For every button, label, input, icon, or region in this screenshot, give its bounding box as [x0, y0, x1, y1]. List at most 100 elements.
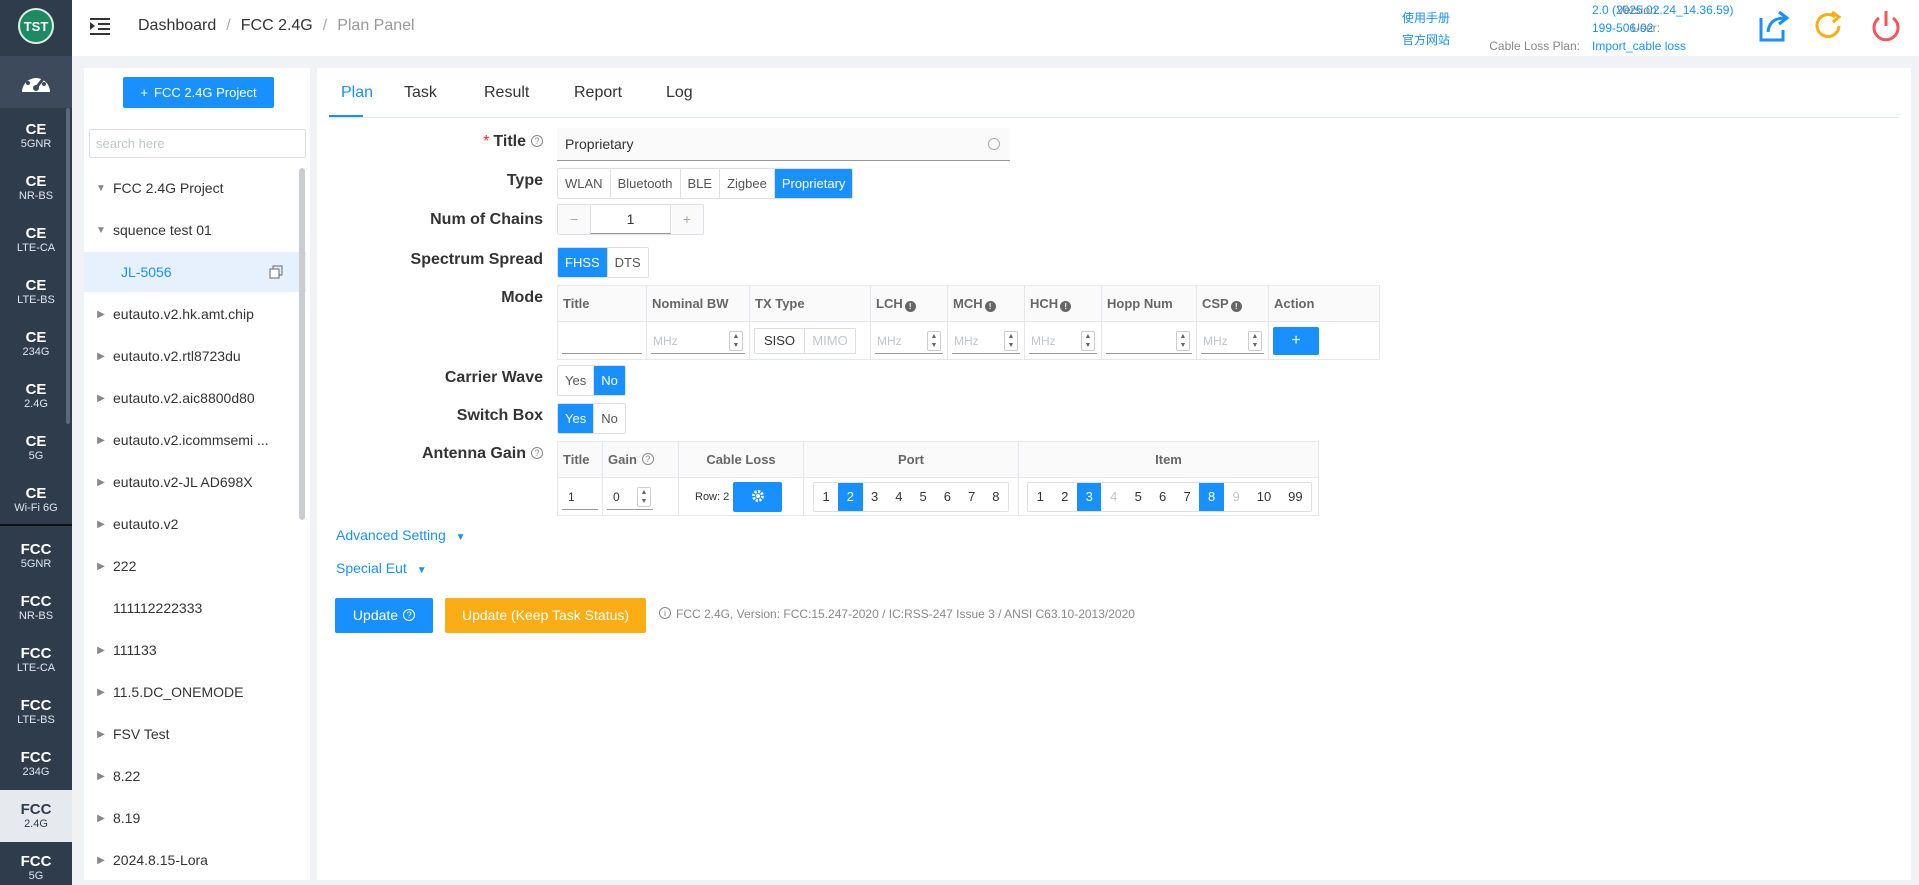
help-icon[interactable]: ? — [531, 447, 543, 459]
nominal-bw-input[interactable]: MHz ▲ ▼ — [651, 328, 745, 354]
new-project-button[interactable]: + FCC 2.4G Project — [123, 77, 274, 108]
type-option-ble[interactable]: BLE — [681, 169, 721, 198]
tx-mimo-option[interactable]: MIMO — [805, 329, 855, 353]
type-option-bluetooth[interactable]: Bluetooth — [611, 169, 681, 198]
update-keep-status-button[interactable]: Update (Keep Task Status) — [445, 598, 646, 633]
hopp-num-input[interactable]: ▲ ▼ — [1106, 328, 1192, 354]
sidebar-item-fcc-nr-bs[interactable]: FCC NR-BS — [0, 582, 72, 634]
type-option-wlan[interactable]: WLAN — [558, 169, 611, 198]
port-8[interactable]: 8 — [984, 483, 1008, 511]
lch-input[interactable]: MHz ▲ ▼ — [875, 328, 943, 354]
tree-search-input[interactable] — [89, 129, 306, 158]
chains-decrement-button[interactable]: − — [558, 205, 590, 234]
caret-right-icon[interactable]: ▶ — [96, 813, 106, 824]
tree-node[interactable]: ▶ eutauto.v2 — [84, 504, 306, 544]
tree-node[interactable]: ▶ FSV Test — [84, 714, 306, 754]
type-option-zigbee[interactable]: Zigbee — [720, 169, 775, 198]
caret-down-icon[interactable]: ▼ — [96, 183, 106, 194]
spinner-icon[interactable]: ▲ ▼ — [927, 330, 941, 351]
dashboard-nav-button[interactable] — [0, 56, 72, 108]
sidebar-item-ce-lte-ca[interactable]: CE LTE-CA — [0, 214, 72, 266]
caret-right-icon[interactable]: ▶ — [96, 435, 106, 446]
chains-increment-button[interactable]: + — [671, 205, 703, 234]
mode-title-input[interactable] — [562, 328, 642, 354]
item-5[interactable]: 5 — [1126, 483, 1150, 511]
spinner-icon[interactable]: ▲ ▼ — [1004, 330, 1018, 351]
tree-node[interactable]: ▶ eutauto.v2.icommsemi ... — [84, 420, 306, 460]
tree-node[interactable]: ▶ 11.5.DC_ONEMODE — [84, 672, 306, 712]
port-5[interactable]: 5 — [911, 483, 935, 511]
refresh-icon[interactable] — [1809, 6, 1849, 46]
carrier-wave-option-yes[interactable]: Yes — [558, 366, 595, 395]
sidebar-item-ce-234g[interactable]: CE 234G — [0, 318, 72, 370]
chains-value[interactable]: 1 — [590, 205, 671, 234]
item-2[interactable]: 2 — [1052, 483, 1076, 511]
sidebar-item-ce-wi-fi-6g[interactable]: CE Wi-Fi 6G — [0, 474, 72, 526]
port-6[interactable]: 6 — [935, 483, 959, 511]
tree-node[interactable]: ▶ 222 — [84, 546, 306, 586]
power-icon[interactable] — [1866, 6, 1906, 46]
spinner-icon[interactable]: ▲ ▼ — [1176, 330, 1190, 351]
spinner-icon[interactable]: ▲ ▼ — [729, 330, 743, 351]
caret-right-icon[interactable]: ▶ — [96, 855, 106, 866]
tree-node[interactable]: ▼ FCC 2.4G Project — [84, 168, 306, 208]
caret-right-icon[interactable]: ▶ — [96, 519, 106, 530]
port-1[interactable]: 1 — [814, 483, 838, 511]
spread-option-fhss[interactable]: FHSS — [558, 248, 608, 277]
help-icon[interactable]: ? — [531, 135, 543, 147]
add-mode-button[interactable]: + — [1273, 326, 1319, 355]
tree-node[interactable]: ▶ 111133 — [84, 630, 306, 670]
tree-node[interactable]: JL-5056 — [84, 252, 306, 292]
sidebar-item-fcc-234g[interactable]: FCC 234G — [0, 738, 72, 790]
title-input[interactable]: Proprietary — [557, 128, 1010, 161]
advanced-setting-toggle[interactable]: Advanced Setting ▼ — [336, 527, 466, 543]
carrier-wave-option-no[interactable]: No — [594, 366, 625, 395]
copy-icon[interactable] — [269, 265, 283, 282]
antenna-title-input[interactable]: 1 — [562, 484, 598, 510]
type-option-proprietary[interactable]: Proprietary — [774, 169, 853, 198]
sidebar-item-ce-5gnr[interactable]: CE 5GNR — [0, 110, 72, 162]
sidebar-item-ce-nr-bs[interactable]: CE NR-BS — [0, 162, 72, 214]
tree-node[interactable]: ▼ squence test 01 — [84, 210, 306, 250]
caret-right-icon[interactable]: ▶ — [96, 645, 106, 656]
csp-input[interactable]: MHz ▲ ▼ — [1201, 328, 1264, 354]
item-99[interactable]: 99 — [1280, 483, 1311, 511]
tree-node[interactable]: ▶ 2024.8.15-Lora — [84, 840, 306, 880]
spinner-icon[interactable]: ▲ ▼ — [1248, 330, 1262, 351]
item-9[interactable]: 9 — [1224, 483, 1248, 511]
spread-option-dts[interactable]: DTS — [608, 248, 648, 277]
sidebar-item-fcc-lte-ca[interactable]: FCC LTE-CA — [0, 634, 72, 686]
switch-box-option-yes[interactable]: Yes — [558, 404, 595, 433]
help-icon[interactable]: ? — [641, 453, 654, 465]
tree-node[interactable]: ▶ 8.19 — [84, 798, 306, 838]
sidebar-item-fcc-5gnr[interactable]: FCC 5GNR — [0, 530, 72, 582]
tab-result[interactable]: Result — [484, 84, 529, 102]
caret-down-icon[interactable]: ▼ — [96, 225, 106, 236]
caret-right-icon[interactable]: ▶ — [96, 771, 106, 782]
user-manual-link[interactable]: 使用手册 — [1402, 7, 1450, 29]
sidebar-scrollbar[interactable] — [66, 108, 70, 424]
tree-node[interactable]: 111112222333 — [84, 588, 306, 628]
mch-input[interactable]: MHz ▲ ▼ — [952, 328, 1020, 354]
cable-loss-plan-link[interactable]: Import_cable loss — [1592, 37, 1733, 55]
switch-box-option-no[interactable]: No — [594, 404, 625, 433]
tab-log[interactable]: Log — [666, 84, 693, 102]
breadcrumb-dashboard[interactable]: Dashboard — [138, 17, 216, 34]
tree-node[interactable]: ▶ 8.22 — [84, 756, 306, 796]
sidebar-item-fcc-2-4g[interactable]: FCC 2.4G — [0, 790, 72, 842]
port-4[interactable]: 4 — [887, 483, 911, 511]
tree-node[interactable]: ▶ eutauto.v2-JL AD698X — [84, 462, 306, 502]
caret-right-icon[interactable]: ▶ — [96, 351, 106, 362]
antenna-gain-input[interactable]: 0 ▲ ▼ — [607, 484, 653, 510]
menu-fold-icon[interactable] — [90, 17, 110, 35]
item-10[interactable]: 10 — [1248, 483, 1279, 511]
special-eut-toggle[interactable]: Special Eut ▼ — [336, 560, 427, 576]
caret-right-icon[interactable]: ▶ — [96, 309, 106, 320]
tree-node[interactable]: ▶ eutauto.v2.rtl8723du — [84, 336, 306, 376]
port-3[interactable]: 3 — [863, 483, 887, 511]
sidebar-item-ce-5g[interactable]: CE 5G — [0, 422, 72, 474]
port-2[interactable]: 2 — [838, 482, 863, 511]
breadcrumb-fcc-24g[interactable]: FCC 2.4G — [241, 17, 313, 34]
item-8[interactable]: 8 — [1199, 482, 1224, 511]
item-4[interactable]: 4 — [1101, 483, 1125, 511]
